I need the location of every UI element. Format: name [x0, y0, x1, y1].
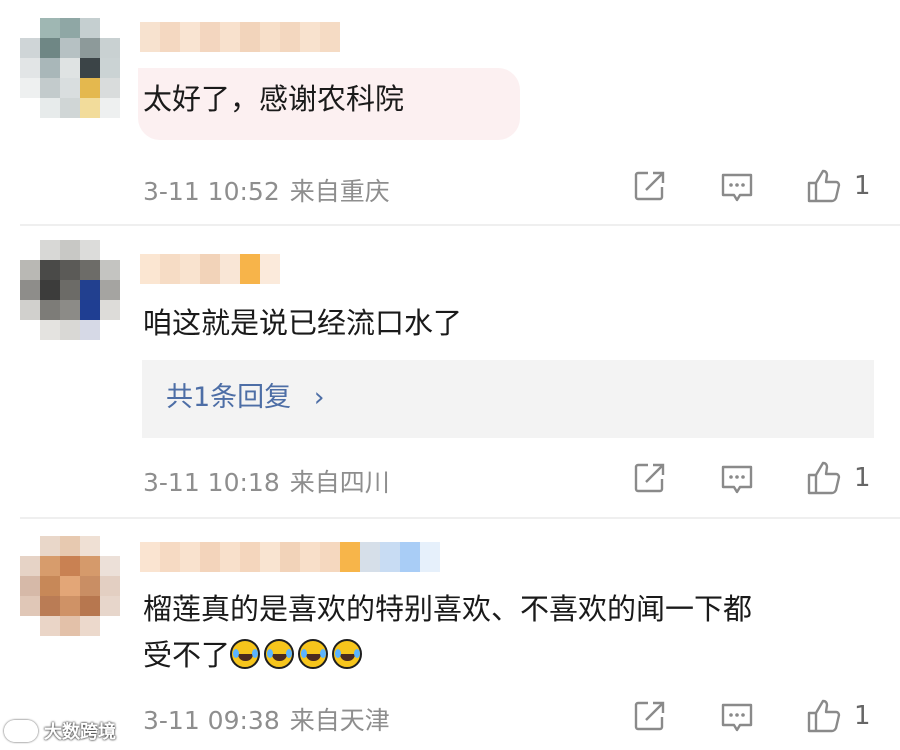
reply-button[interactable]: [720, 702, 754, 734]
share-button[interactable]: [634, 462, 666, 494]
watermark-logo-icon: [4, 720, 38, 742]
share-icon: [634, 463, 665, 493]
share-icon: [634, 701, 665, 731]
laugh-cry-emoji: [264, 639, 295, 669]
avatar[interactable]: [20, 18, 120, 118]
laugh-cry-emoji: [230, 639, 261, 669]
comment-text: 榴莲真的是喜欢的特别喜欢、不喜欢的闻一下都: [143, 592, 753, 626]
laugh-cry-emoji: [332, 639, 363, 669]
comment-icon: [721, 173, 753, 202]
comment-text: 太好了，感谢农科院: [143, 82, 405, 116]
comment-item: 太好了，感谢农科院 3-11 10:52 来自重庆 1: [0, 0, 900, 222]
like-button[interactable]: 1: [806, 460, 871, 496]
comment-text-line-2: 受不了: [143, 634, 366, 676]
comment-item: 榴莲真的是喜欢的特别喜欢、不喜欢的闻一下都 受不了 3-11 09:38 来自天津…: [0, 520, 900, 750]
comment-text: 咱这就是说已经流口水了: [143, 306, 463, 340]
like-count: 1: [854, 171, 871, 201]
watermark: 大数跨境: [4, 718, 116, 744]
comment-meta: 3-11 10:18 来自四川: [143, 463, 390, 499]
username-blurred[interactable]: [140, 254, 280, 284]
reply-button[interactable]: [720, 464, 754, 496]
reply-summary-box[interactable]: 共1条回复 ›: [142, 360, 874, 438]
comment-time: 3-11 10:52: [143, 177, 280, 206]
divider: [20, 517, 900, 519]
like-button[interactable]: 1: [806, 168, 871, 204]
comment-location: 来自重庆: [289, 177, 390, 206]
comment-meta: 3-11 10:52 来自重庆: [143, 172, 390, 208]
share-button[interactable]: [634, 700, 666, 732]
chevron-right-icon: ›: [313, 382, 325, 413]
username-blurred[interactable]: [140, 542, 440, 572]
thumbs-up-icon: [807, 169, 841, 203]
comment-time: 3-11 10:18: [143, 468, 280, 497]
thumbs-up-icon: [807, 699, 841, 733]
avatar[interactable]: [20, 536, 120, 636]
comment-location: 来自四川: [289, 468, 390, 497]
avatar[interactable]: [20, 240, 120, 340]
comment-icon: [721, 465, 753, 494]
reply-summary-link[interactable]: 共1条回复: [166, 382, 291, 413]
laugh-cry-emoji: [298, 639, 329, 669]
share-icon: [634, 171, 665, 201]
like-button[interactable]: 1: [806, 698, 871, 734]
comment-location: 来自天津: [289, 706, 390, 735]
like-count: 1: [854, 701, 871, 731]
username-blurred[interactable]: [140, 22, 340, 52]
like-count: 1: [854, 463, 871, 493]
thumbs-up-icon: [807, 461, 841, 495]
comment-meta: 3-11 09:38 来自天津: [143, 701, 390, 737]
comment-item: 咱这就是说已经流口水了 共1条回复 › 3-11 10:18 来自四川 1: [0, 226, 900, 516]
share-button[interactable]: [634, 170, 666, 202]
comment-icon: [721, 703, 753, 732]
comment-time: 3-11 09:38: [143, 706, 280, 735]
reply-button[interactable]: [720, 172, 754, 204]
